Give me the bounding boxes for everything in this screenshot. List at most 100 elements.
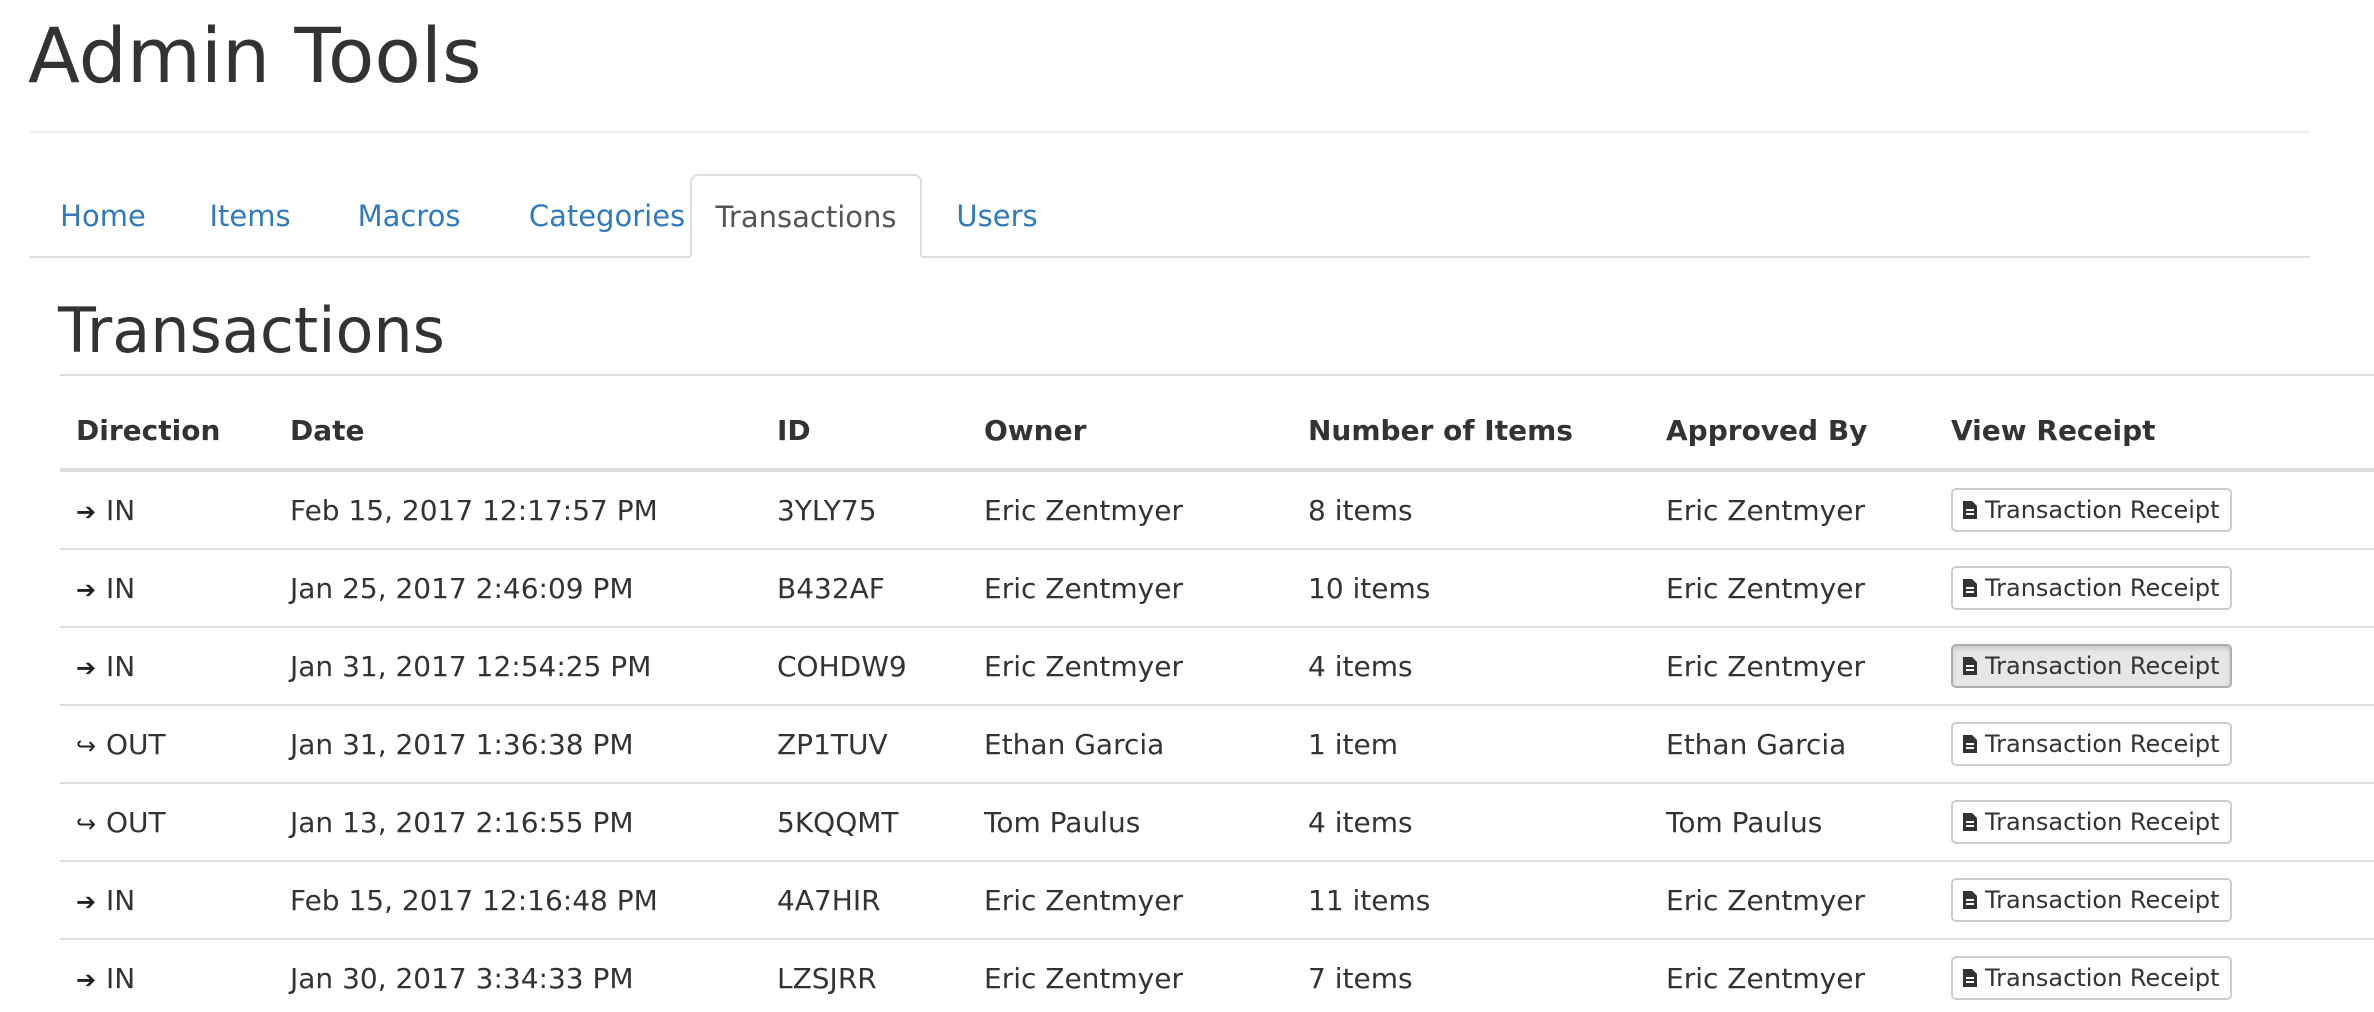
direction-label: OUT bbox=[106, 805, 166, 839]
receipt-cell: Transaction Receipt bbox=[1935, 627, 2374, 706]
table-row: ↪ OUT Jan 31, 2017 1:36:38 PM ZP1TUV Etha… bbox=[60, 705, 2374, 784]
table-row: ↪ OUT Jan 13, 2017 2:16:55 PM 5KQQMT Tom … bbox=[60, 783, 2374, 862]
transaction-receipt-button[interactable]: Transaction Receipt bbox=[1951, 722, 2232, 766]
owner-cell: Eric Zentmyer bbox=[968, 861, 1292, 940]
date-cell: Feb 15, 2017 12:16:48 PM bbox=[274, 861, 761, 940]
sign-in-icon: ➔ bbox=[76, 887, 97, 916]
approved-by-cell: Eric Zentmyer bbox=[1650, 939, 1935, 1012]
table-row: ➔ IN Feb 15, 2017 12:17:57 PM 3YLY75 Eric… bbox=[60, 470, 2374, 550]
approved-by-cell: Eric Zentmyer bbox=[1650, 549, 1935, 628]
approved-by-cell: Ethan Garcia bbox=[1650, 705, 1935, 784]
table-row: ➔ IN Feb 15, 2017 12:16:48 PM 4A7HIR Eric… bbox=[60, 861, 2374, 940]
transactions-table: Direction Date ID Owner Number of Items … bbox=[60, 392, 2374, 1012]
id-cell: 5KQQMT bbox=[761, 783, 968, 862]
tab-transactions[interactable]: Transactions bbox=[690, 174, 922, 258]
table-header-row: Direction Date ID Owner Number of Items … bbox=[60, 392, 2374, 472]
transaction-receipt-button[interactable]: Transaction Receipt bbox=[1951, 566, 2232, 610]
items-cell: 4 items bbox=[1292, 627, 1650, 706]
receipt-button-label: Transaction Receipt bbox=[1985, 964, 2220, 992]
direction-label: IN bbox=[106, 571, 136, 605]
file-text-icon bbox=[1963, 657, 1977, 675]
receipt-cell: Transaction Receipt bbox=[1935, 705, 2374, 784]
tab-home[interactable]: Home bbox=[30, 174, 176, 256]
sign-in-icon: ➔ bbox=[76, 653, 97, 682]
date-cell: Jan 31, 2017 12:54:25 PM bbox=[274, 627, 761, 706]
date-cell: Jan 31, 2017 1:36:38 PM bbox=[274, 705, 761, 784]
direction-cell: ↪ OUT bbox=[60, 783, 274, 862]
direction-label: IN bbox=[106, 961, 136, 995]
receipt-cell: Transaction Receipt bbox=[1935, 939, 2374, 1012]
transaction-receipt-button[interactable]: Transaction Receipt bbox=[1951, 800, 2232, 844]
id-cell: ZP1TUV bbox=[761, 705, 968, 784]
transaction-receipt-button[interactable]: Transaction Receipt bbox=[1951, 956, 2232, 1000]
column-header-direction[interactable]: Direction bbox=[60, 392, 274, 472]
tab-macros[interactable]: Macros bbox=[324, 174, 494, 256]
id-cell: 4A7HIR bbox=[761, 861, 968, 940]
direction-label: IN bbox=[106, 883, 136, 917]
direction-cell: ➔ IN bbox=[60, 939, 274, 1012]
approved-by-cell: Eric Zentmyer bbox=[1650, 470, 1935, 550]
direction-label: OUT bbox=[106, 727, 166, 761]
file-text-icon bbox=[1963, 969, 1977, 987]
receipt-cell: Transaction Receipt bbox=[1935, 861, 2374, 940]
column-header-number-of-items[interactable]: Number of Items bbox=[1292, 392, 1650, 472]
owner-cell: Ethan Garcia bbox=[968, 705, 1292, 784]
date-cell: Jan 13, 2017 2:16:55 PM bbox=[274, 783, 761, 862]
column-header-approved-by[interactable]: Approved By bbox=[1650, 392, 1935, 472]
tab-items[interactable]: Items bbox=[176, 174, 324, 256]
section-divider bbox=[60, 374, 2374, 376]
items-cell: 4 items bbox=[1292, 783, 1650, 862]
receipt-button-label: Transaction Receipt bbox=[1985, 730, 2220, 758]
direction-cell: ➔ IN bbox=[60, 549, 274, 628]
transaction-receipt-button[interactable]: Transaction Receipt bbox=[1951, 644, 2232, 688]
table-row: ➔ IN Jan 30, 2017 3:34:33 PM LZSJRR Eric … bbox=[60, 939, 2374, 1012]
items-cell: 8 items bbox=[1292, 470, 1650, 550]
direction-label: IN bbox=[106, 493, 136, 527]
file-text-icon bbox=[1963, 579, 1977, 597]
file-text-icon bbox=[1963, 813, 1977, 831]
column-header-view-receipt: View Receipt bbox=[1935, 392, 2374, 472]
owner-cell: Eric Zentmyer bbox=[968, 470, 1292, 550]
tab-users[interactable]: Users bbox=[922, 174, 1072, 256]
file-text-icon bbox=[1963, 735, 1977, 753]
transaction-receipt-button[interactable]: Transaction Receipt bbox=[1951, 878, 2232, 922]
date-cell: Feb 15, 2017 12:17:57 PM bbox=[274, 470, 761, 550]
receipt-button-label: Transaction Receipt bbox=[1985, 574, 2220, 602]
receipt-button-label: Transaction Receipt bbox=[1985, 808, 2220, 836]
nav-tabs: Home Items Macros Categories Transaction… bbox=[30, 174, 2310, 258]
section-title: Transactions bbox=[58, 294, 445, 367]
receipt-button-label: Transaction Receipt bbox=[1985, 886, 2220, 914]
transaction-receipt-button[interactable]: Transaction Receipt bbox=[1951, 488, 2232, 532]
table-row: ➔ IN Jan 31, 2017 12:54:25 PM COHDW9 Eric… bbox=[60, 627, 2374, 706]
approved-by-cell: Eric Zentmyer bbox=[1650, 861, 1935, 940]
owner-cell: Tom Paulus bbox=[968, 783, 1292, 862]
sign-in-icon: ➔ bbox=[76, 965, 97, 994]
id-cell: B432AF bbox=[761, 549, 968, 628]
approved-by-cell: Tom Paulus bbox=[1650, 783, 1935, 862]
sign-in-icon: ➔ bbox=[76, 575, 97, 604]
id-cell: LZSJRR bbox=[761, 939, 968, 1012]
direction-cell: ➔ IN bbox=[60, 470, 274, 550]
receipt-button-label: Transaction Receipt bbox=[1985, 652, 2220, 680]
tab-categories[interactable]: Categories bbox=[494, 174, 720, 256]
items-cell: 11 items bbox=[1292, 861, 1650, 940]
column-header-date[interactable]: Date bbox=[274, 392, 761, 472]
column-header-id[interactable]: ID bbox=[761, 392, 968, 472]
date-cell: Jan 30, 2017 3:34:33 PM bbox=[274, 939, 761, 1012]
direction-label: IN bbox=[106, 649, 136, 683]
column-header-owner[interactable]: Owner bbox=[968, 392, 1292, 472]
id-cell: 3YLY75 bbox=[761, 470, 968, 550]
date-cell: Jan 25, 2017 2:46:09 PM bbox=[274, 549, 761, 628]
direction-cell: ↪ OUT bbox=[60, 705, 274, 784]
owner-cell: Eric Zentmyer bbox=[968, 549, 1292, 628]
approved-by-cell: Eric Zentmyer bbox=[1650, 627, 1935, 706]
receipt-cell: Transaction Receipt bbox=[1935, 470, 2374, 550]
items-cell: 7 items bbox=[1292, 939, 1650, 1012]
file-text-icon bbox=[1963, 501, 1977, 519]
owner-cell: Eric Zentmyer bbox=[968, 939, 1292, 1012]
items-cell: 1 item bbox=[1292, 705, 1650, 784]
receipt-button-label: Transaction Receipt bbox=[1985, 496, 2220, 524]
receipt-cell: Transaction Receipt bbox=[1935, 549, 2374, 628]
title-divider bbox=[30, 131, 2310, 133]
direction-cell: ➔ IN bbox=[60, 627, 274, 706]
